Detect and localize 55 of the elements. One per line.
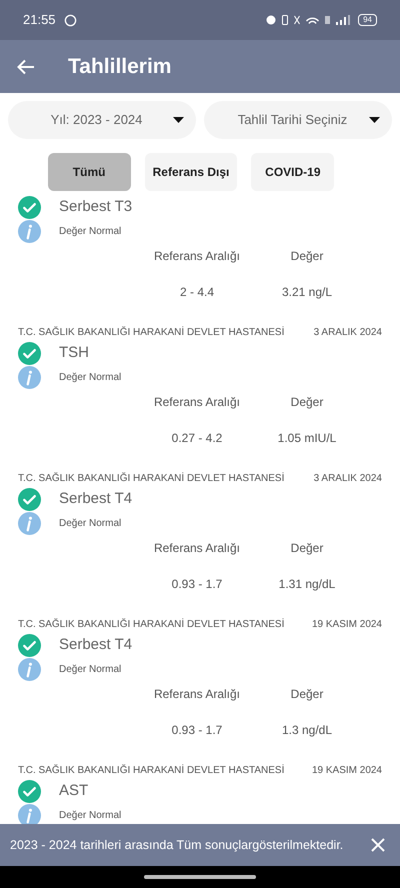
info-icon <box>18 804 41 824</box>
vibrate-icon <box>282 15 288 25</box>
status-text: Değer Normal <box>59 516 122 530</box>
clock: 21:55 <box>23 11 56 30</box>
close-icon <box>371 838 385 852</box>
signal-icon <box>336 15 350 25</box>
result-value: 1.31 ng/dL <box>278 576 336 593</box>
column-label: Değer <box>290 686 324 703</box>
back-icon <box>17 58 35 74</box>
test-name: AST <box>59 780 88 801</box>
test-name: Serbest T4 <box>59 488 132 509</box>
hospital-name: T.C. SAĞLIK BAKANLIĞI HARAKANİ DEVLET HASTANESİ <box>18 763 284 778</box>
dropdown[interactable]: Yıl: 2023 - 2024 <box>8 101 196 139</box>
status-text: Değer Normal <box>59 662 122 676</box>
filter-tab[interactable]: COVID-19 <box>251 153 334 191</box>
column-label: Referans Aralığı <box>152 394 242 411</box>
caret-icon <box>369 117 380 123</box>
test-name: TSH <box>59 342 89 363</box>
hospital-name: T.C. SAĞLIK BAKANLIĞI HARAKANİ DEVLET HASTANESİ <box>18 325 284 340</box>
result-value: 1.05 mIU/L <box>276 430 338 447</box>
status-text: Değer Normal <box>59 808 122 822</box>
column-label: Referans Aralığı <box>152 248 242 265</box>
battery-indicator: 94 <box>358 14 377 26</box>
test-name: Serbest T3 <box>59 196 132 217</box>
status-text: Değer Normal <box>59 370 122 384</box>
hospital-name: T.C. SAĞLIK BAKANLIĞI HARAKANİ DEVLET HASTANESİ <box>18 617 284 632</box>
caret-icon <box>173 117 184 123</box>
column-label: Referans Aralığı <box>152 540 242 557</box>
range-value: 0.27 - 4.2 <box>170 430 224 447</box>
page-title: Tahlillerim <box>68 54 172 80</box>
column-label: Değer <box>290 540 324 557</box>
column-label: Değer <box>290 248 324 265</box>
column-label: Değer <box>290 394 324 411</box>
filter-tab[interactable]: Referans Dışı <box>144 153 238 191</box>
range-value: 0.93 - 1.7 <box>170 722 224 739</box>
status-text: Değer Normal <box>59 224 122 238</box>
wifi-icon <box>306 16 320 24</box>
result-date: 19 KASIM 2024 <box>312 618 382 632</box>
info-icon <box>18 220 41 242</box>
info-icon <box>18 366 41 388</box>
snackbar-message: 2023 - 2024 tarihleri arasında Tüm sonuçlargösterilmektedir. <box>10 836 344 854</box>
range-value: 0.93 - 1.7 <box>170 576 224 593</box>
result-date: 3 ARALIK 2024 <box>314 326 382 340</box>
info-icon <box>18 512 41 534</box>
test-name: Serbest T4 <box>59 634 132 655</box>
result-value: 1.3 ng/dL <box>280 722 334 739</box>
filter-tab[interactable]: Tümü <box>48 153 131 191</box>
column-label: Referans Aralığı <box>152 686 242 703</box>
result-date: 3 ARALIK 2024 <box>314 472 382 486</box>
range-value: 2 - 4.4 <box>178 284 216 301</box>
hospital-name: T.C. SAĞLIK BAKANLIĞI HARAKANİ DEVLET HASTANESİ <box>18 471 284 486</box>
result-value: 3.21 ng/L <box>280 284 334 301</box>
dropdown[interactable]: Tahlil Tarihi Seçiniz <box>204 101 392 139</box>
result-date: 19 KASIM 2024 <box>312 764 382 778</box>
info-icon <box>18 658 41 680</box>
